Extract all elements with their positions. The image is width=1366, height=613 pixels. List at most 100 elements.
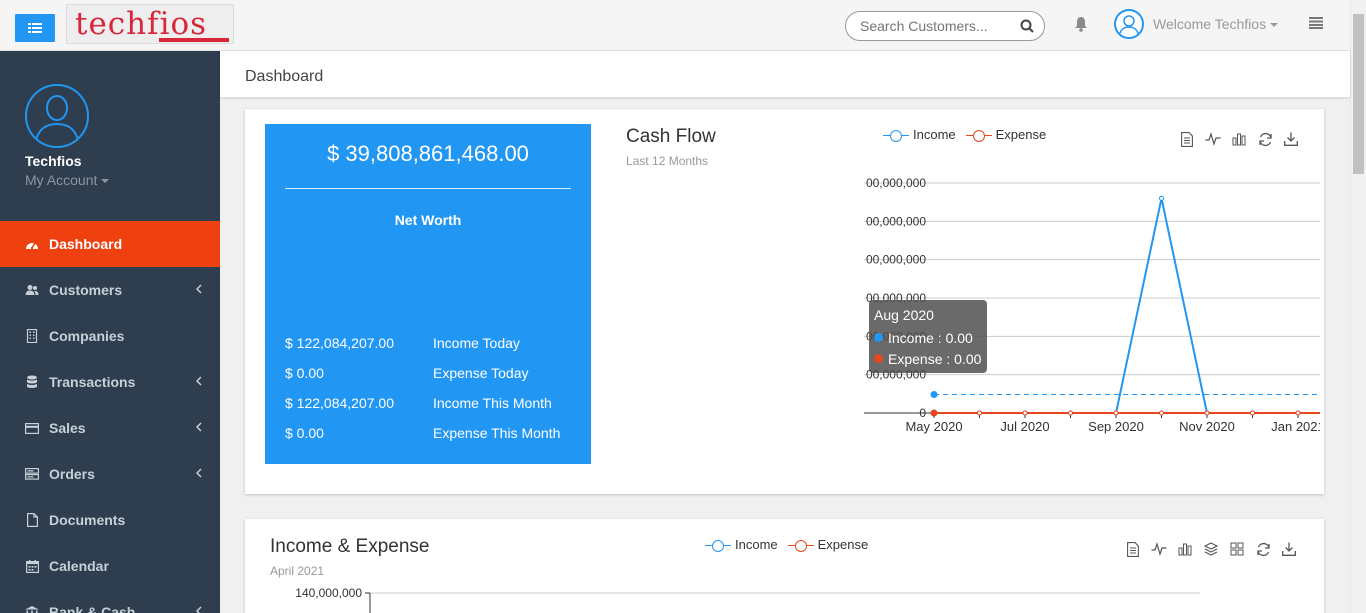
legend-item-income[interactable]: Income xyxy=(883,127,956,142)
file-icon xyxy=(25,513,39,527)
expense-dot xyxy=(874,354,883,363)
download-icon xyxy=(1284,132,1298,146)
page-header: Dashboard xyxy=(220,51,1350,97)
expense-point xyxy=(1295,410,1301,416)
chevron-left-icon xyxy=(196,606,202,613)
page-scrollbar[interactable] xyxy=(1350,0,1366,613)
sidebar-item-dashboard[interactable]: Dashboard xyxy=(0,221,220,267)
sidebar-item-documents[interactable]: Documents xyxy=(0,497,220,543)
stat-label: Income This Month xyxy=(433,395,552,411)
credit-card-icon xyxy=(25,421,39,435)
data-view-button[interactable] xyxy=(1120,539,1146,559)
search-customers-input[interactable] xyxy=(860,18,1020,34)
user-menu-dropdown[interactable]: Welcome Techfios xyxy=(1153,16,1279,32)
stat-label: Income Today xyxy=(433,335,520,351)
sidebar-item-label: Companies xyxy=(49,328,125,344)
top-navbar: techfios Welcome Techfios xyxy=(0,0,1350,51)
restore-button[interactable] xyxy=(1252,129,1278,149)
bar-chart-button[interactable] xyxy=(1172,539,1198,559)
search-icon[interactable] xyxy=(1020,19,1034,33)
bar-chart-button[interactable] xyxy=(1226,129,1252,149)
save-image-button[interactable] xyxy=(1276,539,1302,559)
markline-start-dot xyxy=(930,391,938,399)
grid-icon xyxy=(1230,542,1244,556)
legend-symbol xyxy=(883,129,909,142)
tooltip-title: Aug 2020 xyxy=(874,307,934,323)
sidebar: Techfios My Account Dashboard Customers … xyxy=(0,51,220,613)
restore-button[interactable] xyxy=(1250,539,1276,559)
sidebar-item-calendar[interactable]: Calendar xyxy=(0,543,220,589)
sidebar-nav: Dashboard Customers Companies Transactio… xyxy=(0,221,220,613)
page-title: Dashboard xyxy=(245,68,324,85)
sidebar-item-label: Orders xyxy=(49,466,95,482)
sidebar-avatar[interactable] xyxy=(25,84,89,148)
legend-item-expense[interactable]: Expense xyxy=(787,537,868,552)
tooltip-row-income: Income : 0.00 xyxy=(874,327,982,348)
legend-symbol xyxy=(705,539,731,552)
stat-value: $ 0.00 xyxy=(285,425,324,441)
legend-label: Expense xyxy=(995,127,1047,142)
bar-chart-icon xyxy=(1232,133,1246,146)
my-account-label: My Account xyxy=(25,172,98,188)
y-tick-label: 00,000,000 xyxy=(866,176,926,190)
legend-item-expense[interactable]: Expense xyxy=(965,127,1047,142)
tiled-button[interactable] xyxy=(1224,539,1250,559)
net-worth-panel: $ 39,808,861,468.00 Net Worth $ 122,084,… xyxy=(265,124,591,464)
expense-point xyxy=(1113,410,1119,416)
bell-icon[interactable] xyxy=(1074,16,1088,32)
refresh-icon xyxy=(1258,132,1272,146)
server-icon xyxy=(25,467,39,481)
chevron-down-icon xyxy=(1270,23,1279,28)
data-view-button[interactable] xyxy=(1174,129,1200,149)
line-chart-button[interactable] xyxy=(1146,539,1172,559)
stat-value: $ 0.00 xyxy=(285,365,324,381)
sidebar-item-label: Sales xyxy=(49,420,86,436)
expense-point xyxy=(1159,410,1164,416)
chevron-left-icon xyxy=(196,422,202,432)
tooltip-expense-text: Expense : 0.00 xyxy=(888,350,982,367)
y-tick-label: 0 xyxy=(919,406,926,420)
list-icon[interactable] xyxy=(1309,17,1323,29)
my-account-dropdown[interactable]: My Account xyxy=(25,172,110,188)
tooltip-income-text: Income : 0.00 xyxy=(888,329,973,346)
calendar-icon xyxy=(25,559,39,573)
line-chart-icon xyxy=(1151,542,1167,556)
sidebar-item-sales[interactable]: Sales xyxy=(0,405,220,451)
line-chart-icon xyxy=(1205,132,1221,146)
scrollbar-thumb[interactable] xyxy=(1353,14,1364,174)
net-worth-amount: $ 39,808,861,468.00 xyxy=(327,141,529,166)
building-icon xyxy=(25,329,39,343)
cash-flow-toolbox xyxy=(1174,129,1304,149)
cash-flow-subtitle: Last 12 Months xyxy=(626,154,709,168)
sidebar-item-label: Dashboard xyxy=(49,236,123,252)
sidebar-item-orders[interactable]: Orders xyxy=(0,451,220,497)
save-image-button[interactable] xyxy=(1278,129,1304,149)
expense-start-dot xyxy=(930,409,938,417)
chevron-left-icon xyxy=(196,376,202,386)
user-avatar[interactable] xyxy=(1114,9,1144,39)
cash-flow-legend: Income Expense xyxy=(883,127,1056,142)
bank-icon xyxy=(25,605,39,613)
legend-item-income[interactable]: Income xyxy=(705,537,778,552)
sidebar-item-customers[interactable]: Customers xyxy=(0,267,220,313)
dashboard-icon xyxy=(25,237,39,251)
chevron-left-icon xyxy=(196,468,202,478)
search-box[interactable] xyxy=(845,11,1045,41)
sidebar-item-transactions[interactable]: Transactions xyxy=(0,359,220,405)
expense-point xyxy=(1250,410,1255,416)
sidebar-item-label: Calendar xyxy=(49,558,109,574)
sidebar-item-bank-cash[interactable]: Bank & Cash xyxy=(0,589,220,613)
income-expense-chart[interactable]: 140,000,000 xyxy=(265,585,1225,613)
x-tick-label: Jul 2020 xyxy=(1000,419,1049,434)
chart-tooltip: Aug 2020 Income : 0.00 Expense : 0.00 xyxy=(869,300,987,373)
sidebar-item-label: Bank & Cash xyxy=(49,604,136,613)
line-chart-button[interactable] xyxy=(1200,129,1226,149)
x-tick-label: Sep 2020 xyxy=(1088,419,1144,434)
techfios-logo[interactable]: techfios xyxy=(66,4,234,44)
income-expense-card: Income & Expense April 2021 Income Expen… xyxy=(245,519,1324,613)
sidebar-toggle-button[interactable] xyxy=(15,14,55,42)
sidebar-item-label: Documents xyxy=(49,512,126,528)
stack-button[interactable] xyxy=(1198,539,1224,559)
x-tick-label: May 2020 xyxy=(905,419,962,434)
sidebar-item-companies[interactable]: Companies xyxy=(0,313,220,359)
